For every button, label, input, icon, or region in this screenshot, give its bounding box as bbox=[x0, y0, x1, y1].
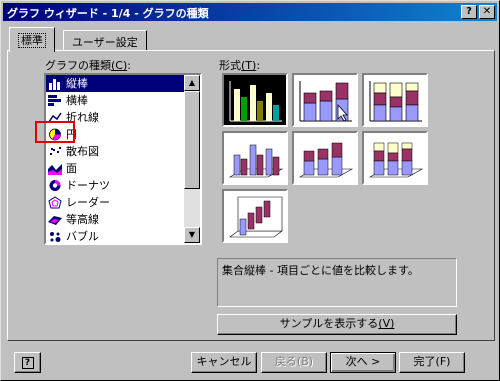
bubble-chart-icon bbox=[50, 232, 61, 242]
chart-type-listbox[interactable]: 縦棒 横棒 折れ線 円 散布図 面 ドーナツ レーダー 等高線 バブル ▲ ▼ bbox=[44, 73, 202, 245]
office-assistant-button[interactable]: ? bbox=[14, 352, 41, 373]
tab-custom[interactable]: ユーザー設定 bbox=[63, 30, 147, 51]
column-chart-icon bbox=[49, 79, 60, 90]
highlight-box bbox=[35, 121, 75, 143]
chart-type-label: グラフの種類(C): bbox=[45, 59, 131, 72]
window-title: グラフ ウィザード - 1/4 - グラフの種類 bbox=[7, 7, 209, 20]
stacked-column-thumbnail bbox=[299, 81, 352, 122]
list-item-column[interactable]: 縦棒 bbox=[46, 75, 184, 92]
subtype-3d-clustered-column[interactable] bbox=[222, 131, 288, 185]
help-icon: ? bbox=[21, 357, 34, 369]
3d-percent-stacked-column-thumbnail bbox=[368, 142, 424, 178]
list-item-doughnut[interactable]: ドーナツ bbox=[46, 177, 184, 194]
cancel-button[interactable]: キャンセル bbox=[191, 352, 257, 373]
finish-button[interactable]: 完了(F) bbox=[399, 352, 465, 373]
scroll-thumb[interactable] bbox=[184, 91, 200, 189]
list-item-bar[interactable]: 横棒 bbox=[46, 92, 184, 109]
area-chart-icon bbox=[48, 164, 62, 175]
subtype-stacked-column[interactable] bbox=[292, 73, 358, 127]
3d-clustered-column-thumbnail bbox=[228, 144, 284, 178]
3d-column-thumbnail bbox=[229, 196, 283, 238]
bar-chart-icon bbox=[48, 95, 61, 106]
chart-type-list: 縦棒 横棒 折れ線 円 散布図 面 ドーナツ レーダー 等高線 バブル bbox=[46, 75, 184, 243]
help-button[interactable]: ? bbox=[461, 5, 477, 19]
list-item-bubble[interactable]: バブル bbox=[46, 228, 184, 243]
close-button[interactable]: ✕ bbox=[479, 5, 495, 19]
subtype-description: 集合縦棒 - 項目ごとに値を比較します。 bbox=[217, 258, 457, 307]
clustered-column-thumbnail bbox=[229, 81, 282, 122]
next-button[interactable]: 次へ > bbox=[330, 352, 396, 373]
list-item-surface[interactable]: 等高線 bbox=[46, 211, 184, 228]
doughnut-chart-icon bbox=[49, 180, 61, 191]
subtype-3d-100-stacked-column[interactable] bbox=[362, 131, 428, 185]
list-item-radar[interactable]: レーダー bbox=[46, 194, 184, 211]
percent-stacked-column-thumbnail bbox=[369, 81, 422, 122]
chart-wizard-dialog: グラフ ウィザード - 1/4 - グラフの種類 ? ✕ 標準 ユーザー設定 グ… bbox=[0, 0, 500, 381]
list-item-scatter[interactable]: 散布図 bbox=[46, 143, 184, 160]
subtype-3d-stacked-column[interactable] bbox=[292, 131, 358, 185]
list-scrollbar[interactable]: ▲ ▼ bbox=[184, 75, 200, 243]
subtype-100-stacked-column[interactable] bbox=[362, 73, 428, 127]
list-item-area[interactable]: 面 bbox=[46, 160, 184, 177]
3d-stacked-column-thumbnail bbox=[298, 142, 354, 178]
title-bar: グラフ ウィザード - 1/4 - グラフの種類 ? ✕ bbox=[3, 3, 497, 21]
subtype-label: 形式(T): bbox=[219, 59, 261, 72]
scroll-up-button[interactable]: ▲ bbox=[184, 75, 200, 91]
back-button[interactable]: 戻る(B) bbox=[261, 352, 327, 373]
surface-chart-icon bbox=[48, 216, 62, 225]
subtype-3d-column[interactable] bbox=[222, 189, 288, 243]
subtype-clustered-column[interactable] bbox=[222, 73, 288, 127]
press-and-hold-sample-button[interactable]: サンプルを表示する(V) bbox=[217, 314, 457, 335]
scroll-down-button[interactable]: ▼ bbox=[184, 227, 200, 243]
scatter-chart-icon bbox=[50, 147, 61, 155]
tab-standard[interactable]: 標準 bbox=[9, 27, 55, 52]
radar-chart-icon bbox=[48, 196, 62, 209]
